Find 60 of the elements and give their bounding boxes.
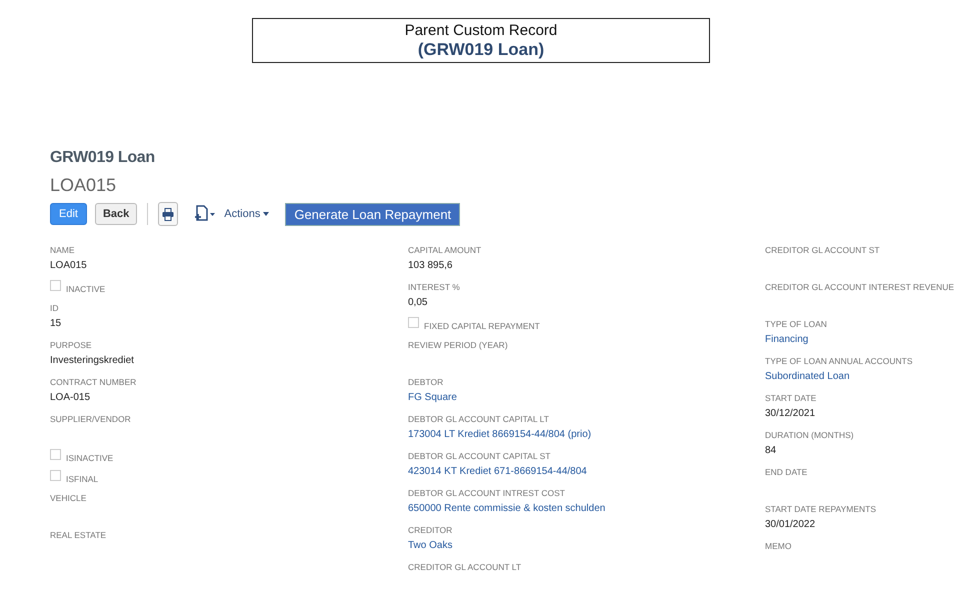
field-label: START DATE REPAYMENTS xyxy=(765,503,876,515)
field-link[interactable]: Two Oaks xyxy=(408,539,452,553)
field-label: CREDITOR GL ACCOUNT LT xyxy=(408,561,522,573)
checkbox-label: ISFINAL xyxy=(66,473,98,485)
field-label: REAL ESTATE xyxy=(50,529,106,541)
banner-title: Parent Custom Record xyxy=(404,22,558,39)
field-link[interactable]: 173004 LT Krediet 8669154-44/804 (prio) xyxy=(408,428,592,442)
field-label: DEBTOR GL ACCOUNT CAPITAL ST xyxy=(408,450,550,462)
field-link[interactable]: 423014 KT Krediet 671-8669154-44/804 xyxy=(408,465,587,479)
field-label: CAPITAL AMOUNT xyxy=(408,244,482,256)
checkbox[interactable] xyxy=(50,280,61,291)
field-label: PURPOSE xyxy=(50,339,92,351)
field-value: Investeringskrediet xyxy=(50,354,134,368)
field-label: DEBTOR xyxy=(408,376,444,388)
field-label: ID xyxy=(50,302,58,314)
field-value: 84 xyxy=(765,444,776,458)
checkbox[interactable] xyxy=(50,449,61,460)
field-value: 103 895,6 xyxy=(408,259,452,273)
field-label: MEMO xyxy=(765,540,792,552)
checkbox-label: FIXED CAPITAL REPAYMENT xyxy=(424,320,540,332)
field-label: VEHICLE xyxy=(50,492,86,504)
field-label: DEBTOR GL ACCOUNT CAPITAL LT xyxy=(408,413,549,425)
field-label: SUPPLIER/VENDOR xyxy=(50,413,131,425)
field-value: 30/01/2022 xyxy=(765,518,816,532)
new-document-icon[interactable] xyxy=(194,205,216,223)
field-label: CONTRACT NUMBER xyxy=(50,376,136,388)
field-label: START DATE xyxy=(765,392,816,404)
field-link[interactable]: Subordinated Loan xyxy=(765,370,850,384)
field-value: 15 xyxy=(50,317,62,331)
field-label: END DATE xyxy=(765,466,808,478)
caret-icon xyxy=(263,212,270,216)
field-label: REVIEW PERIOD (YEAR) xyxy=(408,339,508,351)
field-label: TYPE OF LOAN xyxy=(765,318,827,330)
field-link[interactable]: Financing xyxy=(765,333,808,347)
field-link[interactable]: FG Square xyxy=(408,391,457,405)
field-value: 0,05 xyxy=(408,296,428,310)
field-value: LOA-015 xyxy=(50,391,90,405)
generate-loan-repayment-button[interactable]: Generate Loan Repayment xyxy=(285,202,460,226)
record-name: LOA015 xyxy=(50,175,116,196)
record-type-title: GRW019 Loan xyxy=(50,149,155,167)
field-link[interactable]: 650000 Rente commissie & kosten schulden xyxy=(408,502,606,516)
field-label: DEBTOR GL ACCOUNT INTREST COST xyxy=(408,487,565,499)
checkbox[interactable] xyxy=(408,317,419,328)
checkbox-label: ISINACTIVE xyxy=(66,452,114,464)
field-label: DURATION (MONTHS) xyxy=(765,429,854,441)
field-label: CREDITOR xyxy=(408,524,452,536)
actions-menu[interactable]: Actions xyxy=(224,208,270,220)
field-label: CREDITOR GL ACCOUNT ST xyxy=(765,244,880,256)
field-label: INTEREST % xyxy=(408,281,460,293)
field-value: 30/12/2021 xyxy=(765,407,816,421)
field-label: CREDITOR GL ACCOUNT INTEREST REVENUE xyxy=(765,281,954,293)
banner-subtitle: (GRW019 Loan) xyxy=(418,40,544,60)
checkbox[interactable] xyxy=(50,470,61,481)
checkbox-label: INACTIVE xyxy=(66,283,106,295)
back-button[interactable]: Back xyxy=(94,203,138,225)
field-label: NAME xyxy=(50,244,75,256)
field-value: LOA015 xyxy=(50,259,87,273)
field-label: TYPE OF LOAN ANNUAL ACCOUNTS xyxy=(765,355,913,367)
print-icon xyxy=(162,208,174,220)
print-button[interactable] xyxy=(158,202,178,226)
